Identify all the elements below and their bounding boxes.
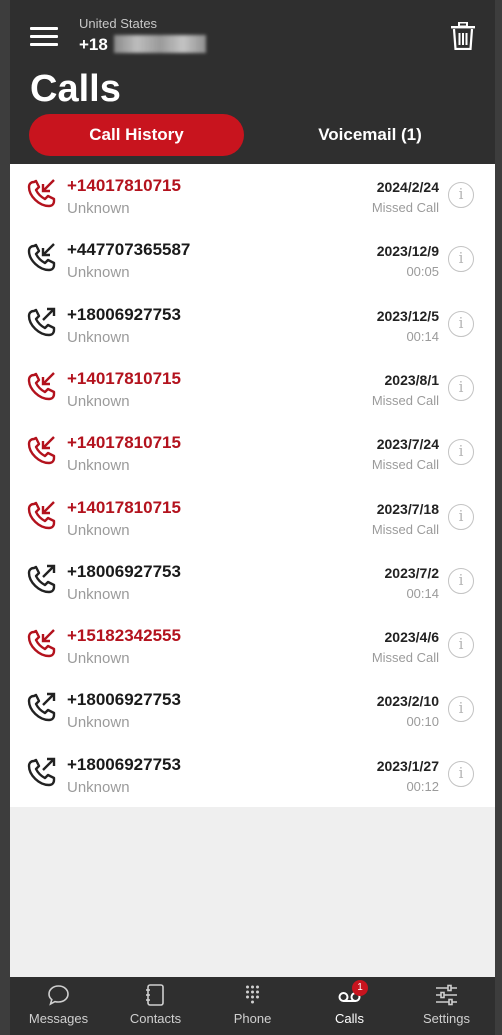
call-detail: 00:10 [406,714,439,730]
redacted-number-blur [114,35,206,53]
hamburger-menu-icon[interactable] [30,27,58,47]
tab-call-history[interactable]: Call History [29,114,244,156]
call-number: +447707365587 [67,240,191,260]
outgoing-call-icon [26,307,58,339]
call-history-list: +14017810715 Unknown 2024/2/24 Missed Call i… [10,164,495,807]
dialpad-icon [240,984,265,1006]
chat-bubble-icon [46,984,71,1006]
call-detail: Missed Call [371,200,439,215]
call-row[interactable]: +14017810715 Unknown 2024/2/24 Missed Call i [10,164,495,228]
info-icon[interactable]: i [448,567,474,594]
sliders-icon [434,984,459,1006]
info-icon[interactable]: i [448,632,474,659]
incoming-call-icon [26,242,58,274]
info-icon[interactable]: i [448,439,474,466]
call-number: +14017810715 [67,368,181,388]
info-icon[interactable]: i [448,374,474,401]
call-date: 2023/12/9 [376,243,439,260]
missed-call-icon [26,500,58,532]
call-contact-name: Unknown [67,392,130,410]
call-row[interactable]: +18006927753 Unknown 2023/1/27 00:12 i [10,743,495,807]
nav-settings[interactable]: Settings [398,977,495,1035]
call-number: +18006927753 [67,561,181,581]
missed-call-icon [26,178,58,210]
call-detail: Missed Call [371,392,439,408]
call-number: +18006927753 [67,754,181,774]
call-date: 2023/7/2 [384,564,440,581]
call-contact-name: Unknown [67,200,130,217]
call-detail: 00:14 [406,585,439,601]
page-title: Calls [30,68,121,110]
missed-call-icon [26,628,58,660]
call-contact-name: Unknown [67,264,130,282]
info-icon[interactable]: i [448,503,474,530]
call-date: 2023/12/5 [376,307,439,324]
call-row[interactable]: +18006927753 Unknown 2023/2/10 00:10 i [10,678,495,742]
nav-phone[interactable]: Phone [204,977,301,1035]
call-contact-name: Unknown [67,521,130,539]
call-row[interactable]: +14017810715 Unknown 2023/7/24 Missed Call i [10,421,495,485]
call-number: +15182342555 [67,626,181,646]
call-contact-name: Unknown [67,778,130,796]
call-detail: Missed Call [371,457,439,473]
call-row[interactable]: +14017810715 Unknown 2023/7/18 Missed Call i [10,486,495,550]
nav-calls[interactable]: 1 Calls [301,977,398,1035]
contacts-book-icon [143,984,168,1006]
call-row[interactable]: +14017810715 Unknown 2023/8/1 Missed Call i [10,357,495,421]
country-label: United States [79,16,158,31]
call-detail: Missed Call [371,650,439,666]
notification-badge: 1 [352,980,368,996]
nav-messages[interactable]: Messages [10,977,107,1035]
info-icon[interactable]: i [448,696,474,723]
call-detail: 00:05 [406,264,439,280]
info-icon[interactable]: i [448,760,474,787]
call-detail: 00:12 [406,778,439,794]
call-number: +18006927753 [67,690,181,710]
call-number: +14017810715 [67,176,181,195]
call-contact-name: Unknown [67,650,130,668]
missed-call-icon [26,371,58,403]
account-number: +18 [79,35,108,54]
info-icon[interactable]: i [448,246,474,273]
bottom-navigation: Messages Contacts Phone 1 Calls Settings [10,977,495,1035]
call-date: 2023/4/6 [384,629,440,646]
call-date: 2023/7/18 [376,500,439,517]
missed-call-icon [26,435,58,467]
call-row[interactable]: +18006927753 Unknown 2023/7/2 00:14 i [10,550,495,614]
nav-contacts[interactable]: Contacts [107,977,204,1035]
nav-label: Calls [335,1011,364,1026]
call-contact-name: Unknown [67,328,130,346]
call-row[interactable]: +447707365587 Unknown 2023/12/9 00:05 i [10,228,495,292]
nav-label: Phone [233,1011,272,1026]
nav-label: Messages [28,1011,89,1026]
call-detail: Missed Call [371,521,439,537]
nav-label: Settings [423,1011,470,1026]
call-contact-name: Unknown [67,714,130,732]
trash-icon[interactable] [450,22,476,50]
outgoing-call-icon [26,564,58,596]
app-frame: United States +18 Calls Call History Voi… [10,0,495,1035]
outgoing-call-icon [26,757,58,789]
call-number: +14017810715 [67,497,181,517]
info-icon[interactable]: i [448,182,474,208]
call-contact-name: Unknown [67,457,130,475]
call-contact-name: Unknown [67,585,130,603]
nav-label: Contacts [129,1011,182,1026]
header: United States +18 Calls Call History Voi… [10,0,495,164]
call-date: 2023/1/27 [376,757,439,774]
content-area: +14017810715 Unknown 2024/2/24 Missed Call i… [10,164,495,977]
call-date: 2023/8/1 [384,371,440,388]
info-icon[interactable]: i [448,310,474,337]
call-row[interactable]: +18006927753 Unknown 2023/12/5 00:14 i [10,293,495,357]
call-date: 2023/7/24 [376,436,439,453]
call-date: 2024/2/24 [376,179,439,195]
tab-voicemail[interactable]: Voicemail (1) [260,114,480,156]
call-row[interactable]: +15182342555 Unknown 2023/4/6 Missed Call i [10,614,495,678]
call-number: +18006927753 [67,304,181,324]
outgoing-call-icon [26,692,58,724]
call-date: 2023/2/10 [376,693,439,710]
call-number: +14017810715 [67,433,181,453]
call-detail: 00:14 [406,328,439,344]
